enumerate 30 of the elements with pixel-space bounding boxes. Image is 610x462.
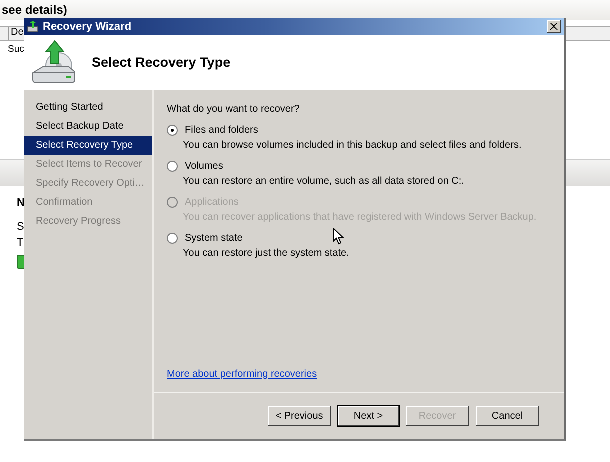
radio-option[interactable]: System state (167, 230, 243, 246)
wizard-step[interactable]: Select Recovery Type (24, 136, 152, 155)
wizard-step[interactable]: Select Backup Date (24, 117, 152, 136)
option-description: You can browse volumes included in this backup and select files and folders. (182, 139, 523, 153)
question-text: What do you want to recover? (167, 104, 301, 115)
drive-arrow-icon (31, 40, 77, 86)
cursor-icon (333, 228, 344, 245)
info-text: T (17, 237, 24, 249)
radio-button[interactable] (167, 160, 178, 172)
wizard-button[interactable]: Cancel (476, 406, 539, 426)
page-title: Select Recovery Type (92, 55, 231, 70)
column-header[interactable]: De (9, 27, 24, 40)
backup-icon (27, 20, 39, 32)
help-link[interactable]: More about performing recoveries (167, 369, 318, 380)
wizard-step[interactable]: Getting Started (24, 98, 152, 117)
wizard-button[interactable]: < Previous (268, 406, 331, 426)
radio-button[interactable] (167, 124, 178, 136)
wizard-button[interactable]: Next > (338, 406, 399, 426)
radio-option[interactable]: Volumes (167, 158, 224, 174)
table-cell: Suc (8, 44, 24, 55)
close-button[interactable] (547, 20, 561, 33)
radio-button[interactable] (167, 232, 178, 244)
section-label: N (17, 197, 25, 209)
info-text: S (17, 221, 24, 233)
close-icon (550, 23, 558, 30)
option-description: You can restore just the system state. (182, 247, 350, 261)
page-heading: see details) (2, 3, 68, 17)
window-title: Recovery Wizard (43, 20, 133, 32)
radio-option[interactable]: Files and folders (167, 122, 258, 138)
option-description: You can restore an entire volume, such as all data stored on C:. (182, 175, 466, 189)
